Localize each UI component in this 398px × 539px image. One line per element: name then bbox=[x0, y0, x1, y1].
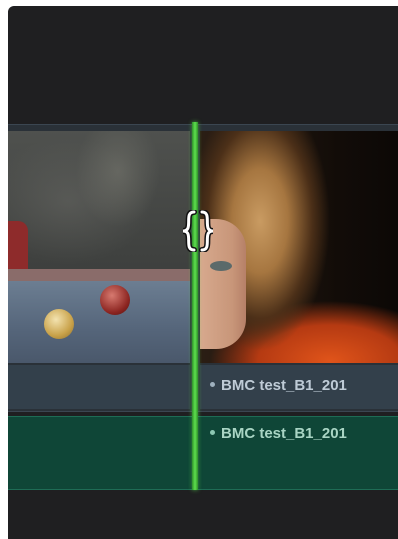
audio-clip-right-name: BMC test_B1_201 bbox=[210, 425, 347, 442]
video-track: BMC test_B1_201 bbox=[8, 124, 398, 412]
roll-trim-icon[interactable] bbox=[180, 210, 216, 252]
clip-right-label-bar[interactable]: BMC test_B1_201 bbox=[200, 365, 398, 409]
thumbnail-pool-table bbox=[8, 281, 190, 363]
audio-track: BMC test_B1_201 bbox=[8, 416, 398, 490]
timeline-panel: BMC test_B1_201 BMC test_B1_201 bbox=[8, 6, 398, 539]
audio-marker-dot bbox=[210, 429, 215, 435]
thumbnail-red-ball bbox=[100, 285, 130, 315]
clip-right-name: BMC test_B1_201 bbox=[210, 377, 347, 394]
clip-right-title: BMC test_B1_201 bbox=[221, 377, 347, 394]
audio-clip-right[interactable]: BMC test_B1_201 bbox=[200, 417, 398, 489]
edit-point-playhead[interactable] bbox=[192, 122, 198, 490]
clip-right-thumbnail[interactable] bbox=[200, 131, 398, 363]
clip-marker-dot bbox=[210, 381, 215, 387]
clip-left-thumbnail[interactable] bbox=[8, 131, 190, 363]
thumbnail-yellow-ball bbox=[44, 309, 74, 339]
audio-clip-left[interactable] bbox=[8, 417, 190, 489]
thumbnail-eye bbox=[210, 261, 232, 271]
clip-left-label-bar[interactable] bbox=[8, 365, 190, 409]
audio-clip-right-title: BMC test_B1_201 bbox=[221, 425, 347, 442]
